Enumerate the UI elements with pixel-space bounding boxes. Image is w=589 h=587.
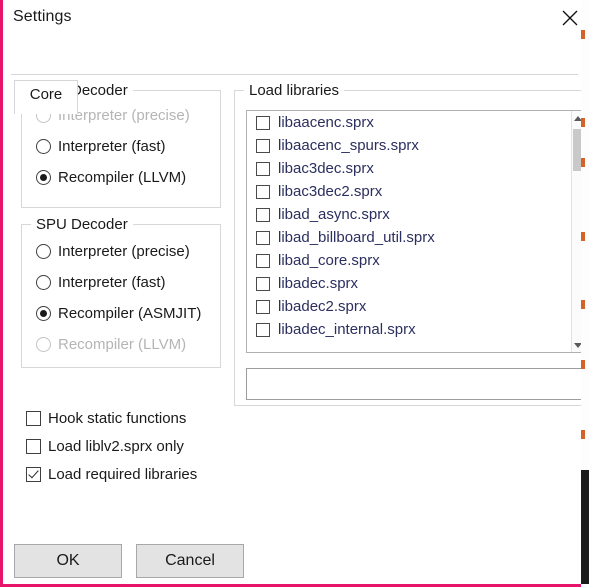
desktop-strip-tick: [581, 118, 585, 127]
desktop-strip-tick: [581, 158, 585, 167]
library-list-item[interactable]: libad_async.sprx: [247, 203, 584, 226]
radio-label: Interpreter (precise): [58, 242, 190, 260]
radio-label: Interpreter (fast): [58, 273, 166, 291]
ppu-decoder-option-1[interactable]: Interpreter (fast): [36, 136, 166, 156]
library-checkbox-icon[interactable]: [256, 230, 270, 245]
tab-core[interactable]: Core: [14, 80, 78, 114]
desktop-strip-tick: [581, 232, 585, 241]
radio-icon: [36, 243, 51, 259]
library-filter-input[interactable]: [246, 368, 589, 400]
library-name: libac3dec.sprx: [278, 160, 374, 177]
radio-label: Interpreter (fast): [58, 137, 166, 155]
library-list-item[interactable]: libad_billboard_util.sprx: [247, 226, 584, 249]
core-tab-panel: PPU Decoder Interpreter (precise) Interpr…: [6, 76, 589, 536]
library-name: libadec2.sprx: [278, 298, 367, 315]
library-checkbox-icon[interactable]: [256, 184, 270, 199]
desktop-right-strip-dark: [581, 470, 589, 584]
ppu-decoder-option-2[interactable]: Recompiler (LLVM): [36, 167, 186, 187]
checkbox-label: Load liblv2.sprx only: [48, 437, 184, 455]
library-checkbox-icon[interactable]: [256, 322, 270, 337]
library-name: libaacenc.sprx: [278, 114, 374, 131]
library-list-item[interactable]: libad_core.sprx: [247, 249, 584, 272]
checkbox-icon: [26, 410, 41, 426]
library-checkbox-icon[interactable]: [256, 207, 270, 222]
tab-underline: [11, 74, 578, 75]
library-list-item[interactable]: libaacenc.sprx: [247, 111, 584, 134]
checkbox-label: Hook static functions: [48, 409, 187, 427]
desktop-strip-tick: [581, 30, 585, 39]
spu-decoder-group-title: SPU Decoder: [31, 216, 133, 233]
library-name: libad_core.sprx: [278, 252, 380, 269]
library-checkbox-icon[interactable]: [256, 138, 270, 153]
library-list-item[interactable]: libadec_internal.sprx: [247, 318, 584, 341]
library-list-item[interactable]: libac3dec.sprx: [247, 157, 584, 180]
radio-icon: [36, 274, 51, 290]
radio-icon: [36, 305, 51, 321]
title-bar: Settings: [6, 0, 581, 38]
library-name: libac3dec2.sprx: [278, 183, 383, 200]
desktop-strip-tick: [581, 430, 585, 439]
checkbox-label: Load required libraries: [48, 465, 198, 483]
spu-decoder-option-3: Recompiler (LLVM): [36, 334, 186, 354]
window-title: Settings: [13, 8, 72, 25]
radio-icon: [36, 138, 51, 154]
library-list-item[interactable]: libadec2.sprx: [247, 295, 584, 318]
dialog-button-bar: OK Cancel: [6, 536, 581, 584]
tab-label: Core: [29, 86, 63, 103]
radio-label: Recompiler (ASMJIT): [58, 304, 202, 322]
library-checkbox-icon[interactable]: [256, 253, 270, 268]
radio-icon: [36, 336, 51, 352]
library-checkbox-icon[interactable]: [256, 276, 270, 291]
library-checkbox-icon[interactable]: [256, 299, 270, 314]
spu-decoder-group: SPU Decoder Interpreter (precise) Interpr…: [21, 216, 221, 368]
library-checkbox-icon[interactable]: [256, 161, 270, 176]
radio-icon: [36, 169, 51, 185]
library-list-item[interactable]: libadec.sprx: [247, 272, 584, 295]
library-checkbox-icon[interactable]: [256, 115, 270, 130]
radio-label: Recompiler (LLVM): [58, 335, 187, 353]
radio-label: Recompiler (LLVM): [58, 168, 187, 186]
checkbox-icon: [26, 438, 41, 454]
core-checkbox-1[interactable]: Load liblv2.sprx only: [26, 436, 184, 456]
library-list[interactable]: libaacenc.sprx libaacenc_spurs.sprx libac3…: [246, 110, 585, 353]
desktop-strip-tick: [581, 300, 585, 309]
desktop-strip-tick: [581, 360, 585, 369]
library-list-rows: libaacenc.sprx libaacenc_spurs.sprx libac3…: [247, 111, 584, 341]
library-name: libaacenc_spurs.sprx: [278, 137, 419, 154]
library-name: libadec.sprx: [278, 275, 359, 292]
ok-button[interactable]: OK: [14, 544, 122, 578]
core-checkbox-0[interactable]: Hook static functions: [26, 408, 186, 428]
tab-bar: CoreGraphicsAudioInput / OutputMiscNetwo…: [6, 38, 581, 114]
library-name: libad_async.sprx: [278, 206, 390, 223]
library-list-item[interactable]: libaacenc_spurs.sprx: [247, 134, 584, 157]
settings-dialog: Settings CoreGraphicsAudioInput / Output…: [0, 0, 589, 587]
spu-decoder-option-1[interactable]: Interpreter (fast): [36, 272, 166, 292]
library-name: libadec_internal.sprx: [278, 321, 416, 338]
cancel-button[interactable]: Cancel: [136, 544, 244, 578]
load-libraries-group-title: Load libraries: [244, 82, 345, 99]
core-checkbox-2[interactable]: Load required libraries: [26, 464, 197, 484]
spu-decoder-option-2[interactable]: Recompiler (ASMJIT): [36, 303, 201, 323]
library-list-item[interactable]: libac3dec2.sprx: [247, 180, 584, 203]
library-name: libad_billboard_util.sprx: [278, 229, 435, 246]
checkbox-icon: [26, 466, 41, 482]
spu-decoder-option-0[interactable]: Interpreter (precise): [36, 241, 190, 261]
